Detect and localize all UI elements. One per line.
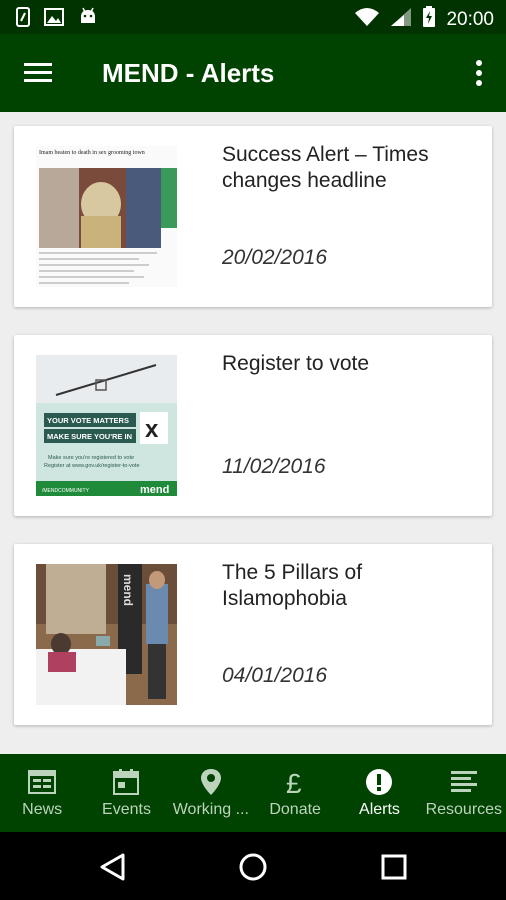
signal-icon (390, 7, 412, 32)
alert-date: 04/01/2016 (222, 664, 328, 687)
resources-icon (450, 768, 478, 796)
phone-icon (16, 7, 30, 32)
thumb-footer: /MENDCOMMUNITY (42, 488, 90, 494)
nav-label: News (22, 801, 63, 818)
thumb-brand: mend (140, 484, 169, 496)
nav-label: Resources (425, 801, 503, 818)
thumb-banner: mend (121, 574, 135, 606)
alert-title: Success Alert – Times changes headline (222, 143, 429, 192)
nav-item-resources[interactable]: Resources (422, 754, 506, 832)
page-title: MEND - Alerts (102, 58, 275, 88)
image-icon (44, 7, 64, 32)
home-button[interactable] (238, 852, 268, 882)
back-icon (100, 853, 125, 881)
location-pin-icon (197, 768, 225, 796)
alerts-list: Imam beaten to death in sex grooming tow… (0, 112, 506, 754)
alert-thumbnail: mend (36, 564, 177, 705)
alert-date: 11/02/2016 (222, 455, 326, 478)
news-icon (28, 768, 57, 796)
alert-card[interactable]: mend The 5 Pillars of Islamophobia 04/01… (14, 544, 492, 725)
alert-thumbnail: Imam beaten to death in sex grooming tow… (36, 146, 177, 287)
android-icon (78, 7, 98, 32)
thumb-line2: MAKE SURE YOU'RE IN (47, 432, 132, 441)
thumb-small1: Make sure you're registered to vote (48, 455, 134, 461)
nav-item-working[interactable]: Working ... (169, 754, 253, 832)
thumb-headline: Imam beaten to death in sex grooming tow… (39, 150, 145, 156)
nav-item-news[interactable]: News (0, 754, 84, 832)
thumb-line1: YOUR VOTE MATTERS (47, 416, 129, 425)
alert-card[interactable]: YOUR VOTE MATTERS MAKE SURE YOU'RE IN x … (14, 335, 492, 516)
svg-text:x: x (145, 416, 159, 443)
calendar-icon (112, 768, 140, 796)
nav-label: Alerts (359, 801, 400, 818)
nav-item-events[interactable]: Events (84, 754, 168, 832)
nav-item-donate[interactable]: £ Donate (253, 754, 337, 832)
nav-label: Donate (269, 801, 321, 818)
nav-item-alerts[interactable]: Alerts (337, 754, 421, 832)
status-time: 20:00 (446, 8, 494, 30)
battery-icon (422, 6, 436, 33)
nav-label: Events (102, 801, 151, 818)
wifi-icon (354, 7, 380, 32)
system-nav-bar (0, 832, 506, 900)
thumb-small2: Register at www.gov.uk/register-to-vote (44, 463, 140, 469)
alert-date: 20/02/2016 (222, 246, 328, 269)
recents-button[interactable] (379, 852, 409, 882)
recents-icon (381, 854, 407, 880)
alert-title: The 5 Pillars of Islamophobia (222, 561, 363, 610)
status-bar: 20:00 (0, 0, 506, 34)
alert-title: Register to vote (222, 352, 370, 375)
pound-icon: £ (281, 768, 309, 799)
back-button[interactable] (98, 852, 128, 882)
alert-thumbnail: YOUR VOTE MATTERS MAKE SURE YOU'RE IN x … (36, 355, 177, 496)
alert-icon (365, 768, 393, 796)
svg-text:£: £ (286, 768, 302, 796)
menu-button[interactable] (24, 61, 54, 85)
home-icon (239, 853, 267, 881)
app-bar: MEND - Alerts (0, 34, 506, 112)
overflow-menu-button[interactable] (474, 60, 484, 88)
alert-card[interactable]: Imam beaten to death in sex grooming tow… (14, 126, 492, 307)
nav-label: Working ... (172, 801, 249, 818)
bottom-nav: News Events Working ... £ Donate Alerts … (0, 754, 506, 832)
